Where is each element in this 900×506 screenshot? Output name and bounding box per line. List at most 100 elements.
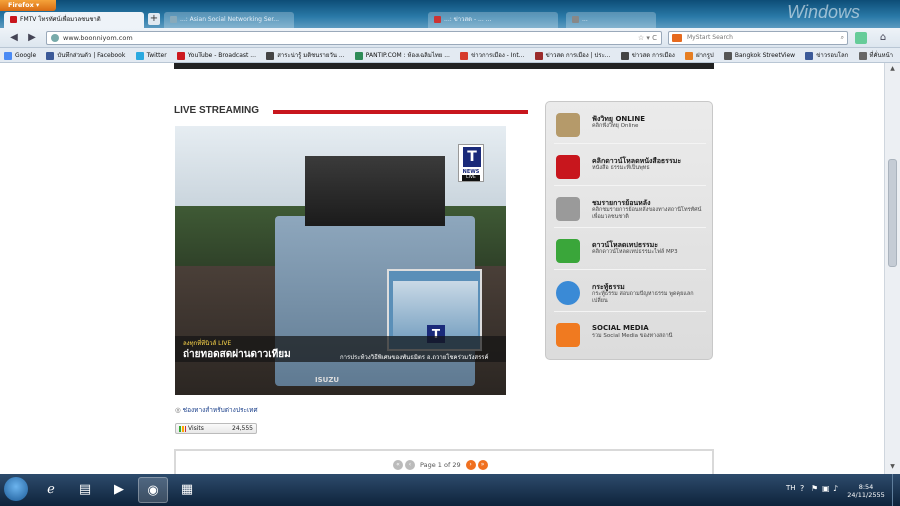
section-title: LIVE STREAMING: [174, 105, 260, 116]
globe-icon: ◎: [175, 406, 181, 414]
facebook-icon: [46, 51, 55, 60]
bookmark-politics[interactable]: ข่าวการเมือง - Int...: [456, 48, 528, 62]
radio-icon: [556, 113, 580, 137]
twitter-icon: [135, 51, 144, 60]
firefox-menu-button[interactable]: Firefox ▾: [0, 0, 56, 11]
bookmark-streetview[interactable]: Bangkok StreetView: [720, 48, 799, 62]
last-page-button[interactable]: »: [477, 460, 488, 470]
bookmark-image-host[interactable]: ฝากรูป: [681, 48, 718, 62]
windows-taskbar: ℯ ▤ ▶ ◉ ▦ TH ? ⚑ ▣ ♪ 8:54 24/11/2555: [0, 474, 900, 506]
film-icon: [556, 197, 580, 221]
tab-khaosod[interactable]: ...: ข่าวสด - ... ...: [428, 12, 558, 28]
sidebar-item-books[interactable]: คลิกดาวน์โหลดหนังสือธรรมะ หนังสือ ธรรมะท…: [554, 148, 706, 186]
addon-icon[interactable]: [855, 32, 867, 44]
pdf-icon: [556, 155, 580, 179]
bookmark-khaosod[interactable]: ข่าวสด การเมือง: [617, 48, 679, 62]
ie-icon[interactable]: ℯ: [36, 477, 66, 503]
language-indicator[interactable]: TH: [786, 484, 796, 492]
scroll-up-icon[interactable]: ▲: [888, 65, 897, 73]
explorer-folder-icon[interactable]: ▤: [70, 477, 100, 503]
new-tab-button[interactable]: +: [148, 13, 160, 25]
first-page-button[interactable]: «: [393, 460, 403, 470]
prev-page-button[interactable]: ‹: [405, 460, 415, 470]
sidebar-item-replay[interactable]: ชมรายการย้อนหลัง คลิกชมรายการย้อนหลังของ…: [554, 190, 706, 228]
volume-icon[interactable]: ♪: [833, 484, 842, 493]
site-favicon-icon: [572, 16, 579, 23]
cactus-icon: [354, 51, 363, 60]
start-button[interactable]: [4, 477, 28, 501]
tab-fmtv[interactable]: FMTV โทรทัศน์เพื่อมวลชนชาติ: [4, 12, 144, 28]
visits-count: 24,555: [232, 425, 253, 432]
bookmark-facebook[interactable]: บันทึกส่วนตัว | Facebook: [42, 48, 129, 62]
tnews-logo: T NEWS LIVE: [458, 144, 484, 182]
image-icon: [685, 51, 694, 60]
tab-asian-social[interactable]: ...: Asian Social Networking Ser...: [164, 12, 294, 28]
search-icon[interactable]: ⌕: [841, 32, 844, 44]
bookmark-world-news[interactable]: ข่าวรอบโลก: [801, 48, 852, 62]
visits-counter: Visits 24,555: [175, 423, 257, 434]
bookmark-pantip[interactable]: PANTIP.COM : ห้องเฉลิมไทย ...: [351, 48, 454, 62]
site-favicon-icon: [10, 16, 17, 23]
bookmark-google[interactable]: Google: [0, 48, 40, 62]
web-page: LIVE STREAMING T NEWS LIVE T ลงทุกที่ทีน…: [0, 63, 884, 474]
home-icon[interactable]: ⌂: [876, 31, 890, 45]
news-icon: [266, 51, 275, 60]
scrollbar-thumb[interactable]: [888, 159, 897, 267]
bookmarks-toolbar: Google บันทึกส่วนตัว | Facebook Twitter …: [0, 48, 900, 63]
search-engine-icon[interactable]: [672, 34, 682, 42]
firefox-icon[interactable]: ◉: [138, 477, 168, 503]
search-bar[interactable]: MyStart Search ⌕: [668, 31, 848, 45]
video-caption-main: ถ่ายทอดสดผ่านดาวเทียม: [183, 349, 291, 360]
news-icon: [620, 51, 629, 60]
tab-strip: FMTV โทรทัศน์เพื่อมวลชนชาติ + ...: Asian…: [0, 11, 900, 28]
bookmark-khaosod-politics[interactable]: ข่าวสด การเมือง | ประ...: [531, 48, 615, 62]
bookmark-folder[interactable]: ที่คั่นหน้า: [855, 48, 898, 62]
map-icon: [723, 51, 732, 60]
chat-icon: [556, 281, 580, 305]
bookmark-youtube[interactable]: YouTube - Broadcast ...: [173, 48, 260, 62]
header-bar: [174, 63, 714, 69]
bookmark-twitter[interactable]: Twitter: [132, 48, 171, 62]
media-player-icon[interactable]: ▶: [104, 477, 134, 503]
facebook-icon: [805, 51, 814, 60]
video-caption-right: การประท้วงวิธีพิเศษของพันธมิตร อ.ถวายโชค…: [340, 354, 489, 361]
site-favicon-icon: [170, 16, 177, 23]
rss-icon: [556, 323, 580, 347]
sidebar-item-audio[interactable]: ดาวน์โหลดเทปธรรมะ คลิกดาวน์โหลดเทปธรรมะไ…: [554, 232, 706, 270]
youtube-icon: [176, 51, 185, 60]
globe-icon: [51, 34, 59, 42]
google-icon: [4, 51, 12, 60]
app-window-icon[interactable]: ▦: [172, 477, 202, 503]
back-arrow-icon[interactable]: ◀: [8, 32, 20, 44]
vehicle-text: ISUZU: [315, 376, 340, 384]
sidebar-menu: ฟังวิทยุ ONLINE คลิกฟังวิทยุ Online คลิก…: [545, 101, 713, 360]
network-icon[interactable]: ▣: [822, 484, 831, 493]
page-indicator: Page 1 of 29: [420, 461, 461, 469]
sidebar-item-forum[interactable]: กระทู้ธรรม กระทู้ธรรม สอบถามปัญหาธรรม พู…: [554, 274, 706, 312]
flag-icon[interactable]: ⚑: [811, 484, 820, 493]
stats-icon: [179, 425, 186, 432]
forward-arrow-icon[interactable]: ▶: [26, 32, 38, 44]
scroll-down-icon[interactable]: ▼: [888, 463, 897, 471]
page-scrollbar[interactable]: ▲ ▼: [884, 63, 900, 474]
abroad-channel-link[interactable]: ◎ ช่องทางสำหรับต่างประเทศ: [175, 405, 258, 415]
news-icon: [534, 51, 543, 60]
sidebar-item-social[interactable]: SOCIAL MEDIA รวม Social Media ของทางสถาน…: [554, 316, 706, 354]
next-page-button[interactable]: ›: [465, 460, 476, 470]
news-icon: [460, 51, 469, 60]
question-icon[interactable]: ?: [800, 484, 809, 493]
sidebar-item-radio[interactable]: ฟังวิทยุ ONLINE คลิกฟังวิทยุ Online: [554, 106, 706, 144]
bookmark-matichon[interactable]: สาระน่ารู้ มติชนรายวัน ...: [262, 48, 348, 62]
folder-icon: [858, 51, 867, 60]
url-bar[interactable]: www.boonniyom.com ☆ ▾ C: [46, 31, 662, 45]
title-underline: [273, 110, 528, 114]
site-favicon-icon: [434, 16, 441, 23]
show-desktop-button[interactable]: [892, 474, 900, 506]
music-icon: [556, 239, 580, 263]
pagination: «‹ Page 1 of 29 ›»: [392, 460, 489, 470]
url-bar-tools[interactable]: ☆ ▾ C: [638, 32, 657, 44]
system-clock[interactable]: 8:54 24/11/2555: [846, 483, 886, 499]
live-video-player[interactable]: T NEWS LIVE T ลงทุกที่ทีนิวส์ LIVE ถ่ายท…: [175, 126, 506, 395]
tab-other[interactable]: ...: [566, 12, 656, 28]
navigation-toolbar: ◀ ▶ www.boonniyom.com ☆ ▾ C MyStart Sear…: [0, 28, 900, 48]
